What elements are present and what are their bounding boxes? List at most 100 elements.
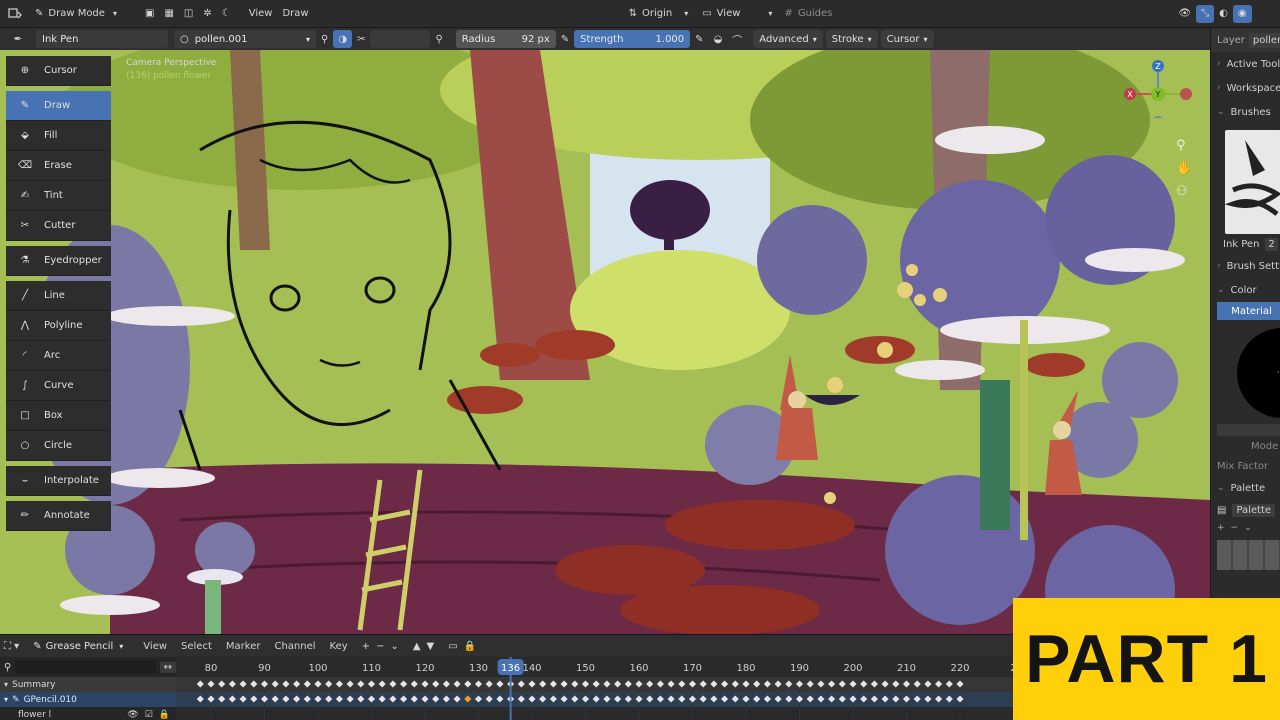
menu-select[interactable]: Select: [181, 641, 212, 652]
tool-cutter[interactable]: ✂ Cutter: [6, 211, 111, 241]
remove-icon[interactable]: −: [1231, 523, 1239, 533]
tool-polyline[interactable]: ⋀ Polyline: [6, 311, 111, 341]
menu-view[interactable]: View: [244, 5, 278, 23]
editor-type-icon[interactable]: ⛶ ▾: [4, 641, 19, 652]
add-icon[interactable]: +: [1217, 523, 1225, 533]
search-input[interactable]: [15, 660, 156, 674]
pan-hand-icon[interactable]: ✋: [1176, 161, 1192, 176]
overlay-icon[interactable]: ◐: [1214, 5, 1233, 23]
cursor-dropdown[interactable]: Cursor ▾: [880, 30, 934, 48]
down-arrow-icon[interactable]: ▼: [427, 641, 435, 652]
value-slider[interactable]: [1217, 424, 1280, 436]
pressure-icon[interactable]: ✎: [556, 30, 574, 48]
tool-label: Curve: [44, 380, 74, 391]
visibility-icon[interactable]: 👁: [1173, 5, 1196, 23]
gizmo-toggle-icon[interactable]: ⤡: [1196, 4, 1215, 23]
timeline-ruler-and-keys[interactable]: 80 90 100 110 120 130 140 150 160 170 180 190 200 210…: [176, 657, 1013, 720]
tool-circle[interactable]: ○ Circle: [6, 431, 111, 461]
guides-toggle[interactable]: # Guides: [779, 5, 837, 23]
zoom-icon[interactable]: ⚲: [1176, 138, 1186, 153]
add-keyframe-icon[interactable]: +: [362, 641, 370, 652]
swap-icon[interactable]: ↔: [159, 661, 176, 673]
brush-name-row[interactable]: Ink Pen 2: [1211, 234, 1280, 254]
palette-swatches[interactable]: [1217, 540, 1280, 570]
material-tab[interactable]: Material: [1217, 302, 1280, 320]
brush-selector[interactable]: Ink Pen: [36, 30, 168, 48]
strength-slider[interactable]: Strength 1.000: [574, 30, 691, 48]
camera-view-icon[interactable]: ⚇: [1176, 184, 1188, 199]
mode-dropdown[interactable]: ✎ Draw Mode ▾: [30, 5, 140, 23]
tool-erase[interactable]: ⌫ Erase: [6, 151, 111, 181]
axis-gizmo[interactable]: Z X Y: [1120, 58, 1200, 128]
radius-slider[interactable]: Radius 92 px: [455, 30, 556, 48]
sculpt-icon[interactable]: ✲: [198, 5, 216, 23]
tool-arc[interactable]: ◜ Arc: [6, 341, 111, 371]
pin-icon[interactable]: ⚲: [430, 30, 447, 48]
brush-preview[interactable]: [1224, 130, 1280, 234]
palette-field[interactable]: Palette: [1232, 503, 1276, 517]
select-box-icon[interactable]: ▣: [140, 5, 159, 23]
tool-cursor[interactable]: ⊕ Cursor: [6, 56, 111, 86]
pressure-strength-icon[interactable]: ✎: [690, 30, 708, 48]
points-icon[interactable]: ▦: [159, 5, 178, 23]
stroke-dropdown[interactable]: Stroke ▾: [825, 30, 878, 48]
layer-value[interactable]: pollen: [1248, 32, 1280, 48]
color-wheel[interactable]: ·: [1237, 328, 1280, 418]
viewport-canvas[interactable]: Camera Perspective (136) pollen flower Z…: [0, 50, 1210, 634]
panel-color[interactable]: ⌄ Color: [1211, 278, 1280, 302]
lock-icon[interactable]: 🔒: [464, 641, 476, 652]
lock-icon[interactable]: 🔒: [159, 710, 170, 720]
navigation-gizmo[interactable]: Z X Y ⚲ ✋ ⚇: [1120, 58, 1200, 208]
panel-workspace[interactable]: › Workspace: [1211, 76, 1280, 100]
up-arrow-icon[interactable]: ▲: [413, 641, 421, 652]
channel-gpencil[interactable]: ▾ ✎ GPencil.010: [0, 692, 176, 707]
visibility-icon[interactable]: 👁: [127, 710, 138, 720]
curve-preset-icon[interactable]: ⌒: [727, 30, 747, 48]
screen-icon[interactable]: ▭: [448, 641, 457, 652]
panel-brushes[interactable]: ⌄ Brushes: [1211, 100, 1280, 124]
tool-curve[interactable]: ∫ Curve: [6, 371, 111, 401]
tool-box[interactable]: □ Box: [6, 401, 111, 431]
material-selector[interactable]: ○ pollen.001 ▾: [174, 30, 316, 48]
tool-tint[interactable]: ✍ Tint: [6, 181, 111, 211]
menu-key[interactable]: Key: [330, 641, 348, 652]
panel-palette[interactable]: ⌄ Palette: [1211, 476, 1280, 500]
vertex-color-icon[interactable]: ✂: [352, 30, 370, 48]
menu-draw[interactable]: Draw: [277, 5, 313, 23]
keyframe-area[interactable]: 80 90 100 110 120 130 140 150 160 170 180 190 200 210…: [176, 657, 1013, 720]
color-swatch[interactable]: [370, 30, 431, 48]
view-dropdown[interactable]: ▭ View ▾: [697, 5, 777, 23]
stroke-icon[interactable]: ◫: [179, 5, 198, 23]
tool-line[interactable]: ╱ Line: [6, 281, 111, 311]
mode-row[interactable]: Mode: [1211, 436, 1280, 456]
tool-eyedropper[interactable]: ⚗ Eyedropper: [6, 246, 111, 276]
chevron-down-icon[interactable]: ⌄: [390, 641, 398, 652]
panel-brush-settings[interactable]: › Brush Settings: [1211, 254, 1280, 278]
tool-annotate[interactable]: ✏ Annotate: [6, 501, 111, 531]
channel-layer[interactable]: flower l 👁 ☑ 🔒: [0, 707, 176, 720]
stabilizer-icon[interactable]: ◒: [709, 30, 728, 48]
checkbox-icon[interactable]: ☑: [145, 710, 153, 720]
tool-interpolate[interactable]: ⌣ Interpolate: [6, 466, 111, 496]
panel-active-tool[interactable]: › Active Tool: [1211, 52, 1280, 76]
palette-selector[interactable]: ▤ Palette: [1211, 500, 1280, 520]
origin-dropdown[interactable]: ⇅ Origin ▾: [624, 5, 694, 23]
multiframe-icon[interactable]: ☾: [217, 5, 236, 23]
channel-summary[interactable]: ▾ Summary: [0, 677, 176, 692]
menu-marker[interactable]: Marker: [226, 641, 261, 652]
mode-dropdown[interactable]: ✎ Grease Pencil ▾: [27, 637, 129, 655]
tool-draw[interactable]: ✎ Draw: [6, 91, 111, 121]
chevron-down-icon[interactable]: ⌄: [1244, 523, 1252, 533]
menu-channel[interactable]: Channel: [274, 641, 315, 652]
shading-icon[interactable]: ◉: [1232, 4, 1252, 23]
layer-row[interactable]: Layer pollen: [1211, 28, 1280, 52]
menu-view[interactable]: View: [143, 641, 167, 652]
editor-type-icon[interactable]: [0, 5, 30, 23]
mix-factor-row[interactable]: Mix Factor: [1211, 456, 1280, 476]
tool-shelf: ⊕ Cursor ✎ Draw ⬙ Fill ⌫ Erase ✍ Tint ✂ Cutter…: [6, 56, 111, 531]
pin-icon[interactable]: ⚲: [316, 30, 333, 48]
advanced-dropdown[interactable]: Advanced ▾: [753, 30, 823, 48]
remove-keyframe-icon[interactable]: −: [376, 641, 384, 652]
color-mode-icon[interactable]: ◑: [333, 30, 353, 48]
tool-fill[interactable]: ⬙ Fill: [6, 121, 111, 151]
